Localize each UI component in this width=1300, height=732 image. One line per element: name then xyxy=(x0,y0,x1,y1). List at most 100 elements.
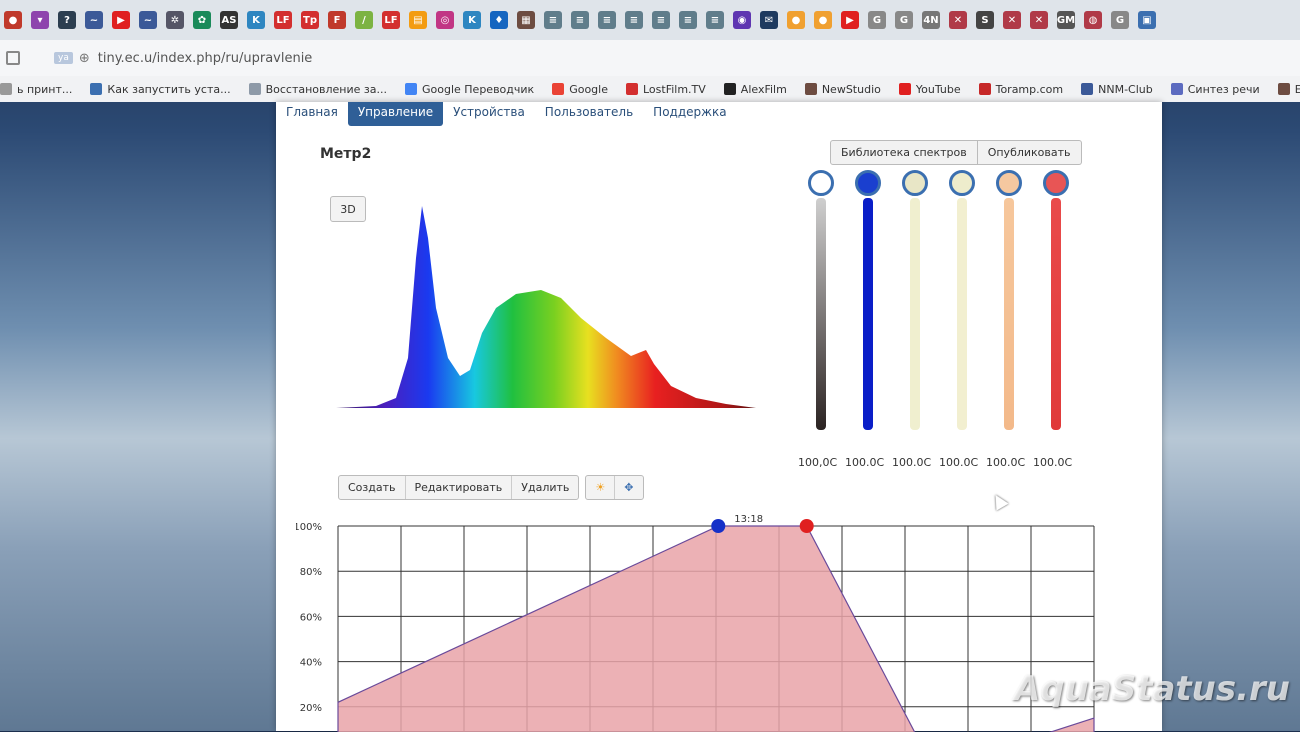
bookmark-item[interactable]: Как запустить уста... xyxy=(90,83,231,96)
bookmark-item[interactable]: Google xyxy=(552,83,608,96)
slider-knob[interactable] xyxy=(949,170,975,196)
nnm-icon[interactable]: ~ xyxy=(139,11,157,29)
sun-icon[interactable]: ☀ xyxy=(586,476,616,499)
bookmark-icon xyxy=(552,83,565,95)
list-icon[interactable]: ≡ xyxy=(625,11,643,29)
edit-button[interactable]: Редактировать xyxy=(406,476,513,499)
bookmark-item[interactable]: Синтез речи xyxy=(1170,83,1260,96)
app-icon[interactable]: ● xyxy=(4,11,22,29)
schedule-point[interactable] xyxy=(711,519,726,533)
as-icon[interactable]: AS xyxy=(220,11,238,29)
url-chip: ya xyxy=(54,52,73,64)
slider-track[interactable] xyxy=(816,198,826,430)
slider-knob[interactable] xyxy=(855,170,881,196)
spectra-library-button[interactable]: Библиотека спектров xyxy=(830,140,978,165)
bookmark-item[interactable]: LostFilm.TV xyxy=(625,83,706,96)
google-icon[interactable]: G xyxy=(1111,11,1129,29)
bookmark-item[interactable]: NNM-Club xyxy=(1081,83,1153,96)
delete-button[interactable]: Удалить xyxy=(512,476,578,499)
slider-knob[interactable] xyxy=(1043,170,1069,196)
publish-button[interactable]: Опубликовать xyxy=(977,140,1082,165)
channel-slider-warm-yellow[interactable] xyxy=(947,170,977,440)
slider-knob[interactable] xyxy=(902,170,928,196)
channel-slider-cool-yellow[interactable] xyxy=(900,170,930,440)
bookmark-icon xyxy=(1170,83,1183,95)
list-icon[interactable]: ≡ xyxy=(598,11,616,29)
settings-icon[interactable]: ✲ xyxy=(166,11,184,29)
s-icon[interactable]: S xyxy=(976,11,994,29)
nnm-icon[interactable]: ~ xyxy=(85,11,103,29)
list-icon[interactable]: ≡ xyxy=(706,11,724,29)
list-icon[interactable]: ≡ xyxy=(544,11,562,29)
chart-icon[interactable]: ▤ xyxy=(409,11,427,29)
slider-knob[interactable] xyxy=(996,170,1022,196)
tp-icon[interactable]: Tp xyxy=(301,11,319,29)
mail-icon[interactable]: ✉ xyxy=(760,11,778,29)
orange-icon[interactable]: ● xyxy=(814,11,832,29)
4n-icon[interactable]: 4N xyxy=(922,11,940,29)
circle-icon[interactable]: ◍ xyxy=(1084,11,1102,29)
x-icon[interactable]: ✕ xyxy=(949,11,967,29)
slider-track[interactable] xyxy=(863,198,873,430)
film-icon[interactable]: ▦ xyxy=(517,11,535,29)
google-icon[interactable]: G xyxy=(895,11,913,29)
k-icon[interactable]: K xyxy=(463,11,481,29)
google-icon[interactable]: G xyxy=(868,11,886,29)
bookmark-item[interactable]: AlexFilm xyxy=(723,83,787,96)
move-icon[interactable]: ✥ xyxy=(615,476,642,499)
nav-item[interactable]: Поддержка xyxy=(643,102,736,126)
list-icon[interactable]: ≡ xyxy=(571,11,589,29)
bookmark-item[interactable]: NewStudio xyxy=(804,82,881,96)
youtube-icon[interactable]: ▶ xyxy=(112,11,130,29)
help-icon[interactable]: ? xyxy=(58,11,76,29)
url-text[interactable]: tiny.ec.u/index.php/ru/upravlenie xyxy=(98,51,313,66)
nav-item[interactable]: Устройства xyxy=(443,102,535,126)
slider-track[interactable] xyxy=(910,198,920,430)
channel-slider-orange[interactable] xyxy=(994,170,1024,440)
apps-grid-icon[interactable] xyxy=(6,51,20,65)
youtube-icon[interactable]: ▶ xyxy=(841,11,859,29)
radio-icon[interactable]: ◉ xyxy=(733,11,751,29)
schedule-point[interactable] xyxy=(799,519,814,533)
create-button[interactable]: Создать xyxy=(339,476,406,499)
address-bar[interactable]: ya ⊕ tiny.ec.u/index.php/ru/upravlenie xyxy=(0,40,1300,76)
bookmark-label: NewStudio xyxy=(821,82,881,96)
bookmark-item[interactable]: Восстановление за... xyxy=(248,83,387,96)
bookmark-item[interactable]: ь принт... xyxy=(0,83,72,96)
window-icon[interactable]: ▣ xyxy=(1138,11,1156,29)
bookmark-item[interactable]: Ева-Поддержка Ал... xyxy=(1277,83,1300,96)
nav-item[interactable]: Пользователь xyxy=(535,102,643,126)
channel-value: 100,0C xyxy=(798,456,838,469)
orange-icon[interactable]: ● xyxy=(787,11,805,29)
slider-track[interactable] xyxy=(957,198,967,430)
slider-knob[interactable] xyxy=(808,170,834,196)
channel-slider-red[interactable] xyxy=(1041,170,1071,440)
x-icon[interactable]: ✕ xyxy=(1003,11,1021,29)
bookmark-item[interactable]: Toramp.com xyxy=(978,83,1063,96)
instagram-icon[interactable]: ◎ xyxy=(436,11,454,29)
slider-track[interactable] xyxy=(1004,198,1014,430)
k-icon[interactable]: K xyxy=(247,11,265,29)
channel-slider-white[interactable] xyxy=(806,170,836,440)
bookmark-icon[interactable]: ▾ xyxy=(31,11,49,29)
list-icon[interactable]: ≡ xyxy=(679,11,697,29)
y-tick-label: 20% xyxy=(300,703,322,714)
list-icon[interactable]: ≡ xyxy=(652,11,670,29)
nav-item[interactable]: Главная xyxy=(276,102,348,126)
lf-icon[interactable]: LF xyxy=(382,11,400,29)
channel-slider-royal-blue[interactable] xyxy=(853,170,883,440)
schedule-toolbar: Создать Редактировать Удалить ☀ ✥ xyxy=(338,475,644,500)
bookmark-item[interactable]: Google Переводчик xyxy=(405,83,534,96)
lf-icon[interactable]: LF xyxy=(274,11,292,29)
nav-item[interactable]: Управление xyxy=(347,102,444,126)
drop-icon[interactable]: ♦ xyxy=(490,11,508,29)
flower-icon[interactable]: ✿ xyxy=(193,11,211,29)
schedule-chart[interactable]: 100% 80% 60% 40% 20% 13:18 xyxy=(296,514,1116,732)
gm-icon[interactable]: GM xyxy=(1057,11,1075,29)
leaf-icon[interactable]: / xyxy=(355,11,373,29)
f-icon[interactable]: F xyxy=(328,11,346,29)
time-label: 13:18 xyxy=(734,514,763,525)
slider-track[interactable] xyxy=(1051,198,1061,430)
bookmark-item[interactable]: YouTube xyxy=(898,83,961,96)
x-icon[interactable]: ✕ xyxy=(1030,11,1048,29)
